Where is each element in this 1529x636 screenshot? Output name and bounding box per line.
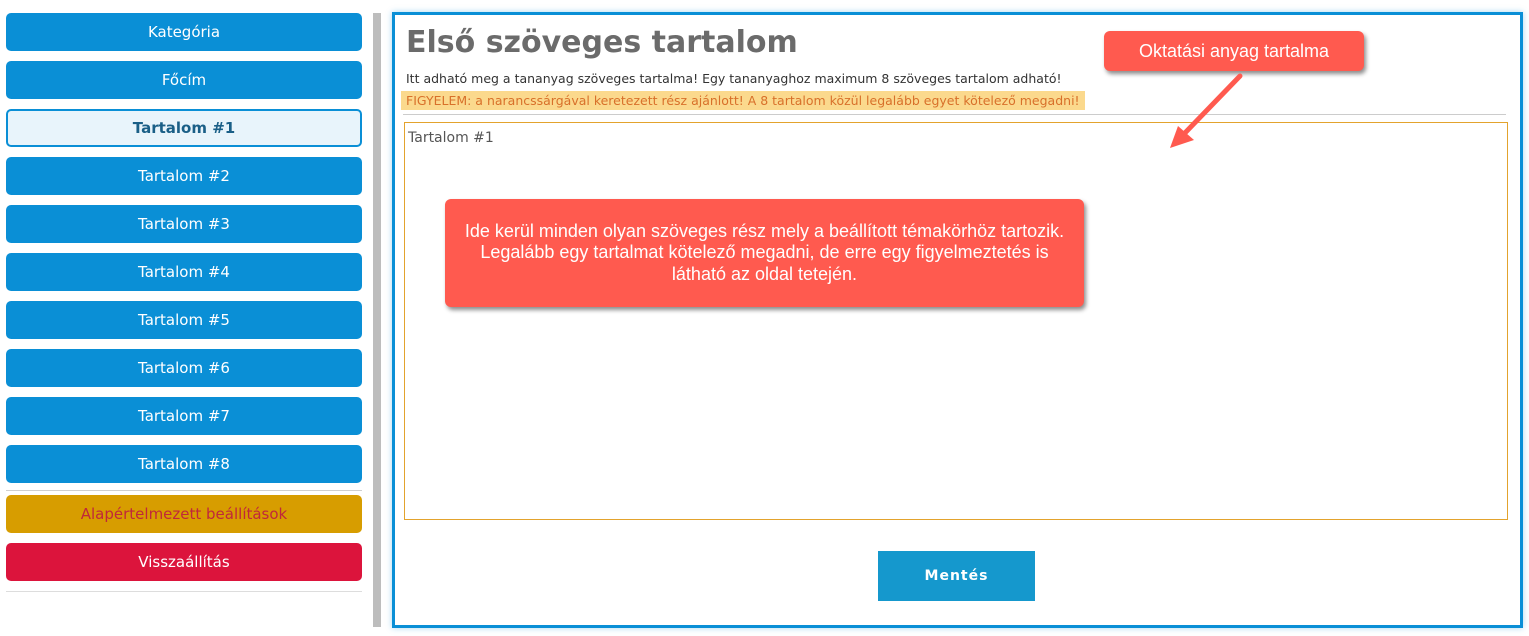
sidebar-item-tartalom-2[interactable]: Tartalom #2 [6, 157, 362, 195]
annotation-callout-top: Oktatási anyag tartalma [1104, 31, 1364, 71]
page-title: Első szöveges tartalom [406, 25, 798, 60]
panel-splitter[interactable] [373, 13, 381, 627]
header-divider [403, 114, 1506, 115]
sidebar-item-tartalom-7[interactable]: Tartalom #7 [6, 397, 362, 435]
content-editor[interactable]: Tartalom #1 [404, 122, 1508, 520]
defaults-button[interactable]: Alapértelmezett beállítások [6, 495, 362, 533]
reset-button[interactable]: Visszaállítás [6, 543, 362, 581]
sidebar-item-tartalom-6[interactable]: Tartalom #6 [6, 349, 362, 387]
sidebar-bottom-divider [6, 591, 362, 592]
sidebar-divider [6, 490, 362, 491]
annotation-callout-middle: Ide kerül minden olyan szöveges rész mel… [445, 199, 1084, 307]
sidebar-item-tartalom-5[interactable]: Tartalom #5 [6, 301, 362, 339]
sidebar-item-tartalom-1[interactable]: Tartalom #1 [6, 109, 362, 147]
warning-banner: FIGYELEM: a narancssárgával keretezett r… [401, 91, 1085, 110]
annotation-arrow-icon [1170, 73, 1243, 148]
content-panel: Első szöveges tartalom Itt adható meg a … [392, 12, 1523, 628]
sidebar-item-focim[interactable]: Főcím [6, 61, 362, 99]
sidebar-item-tartalom-3[interactable]: Tartalom #3 [6, 205, 362, 243]
save-button[interactable]: Mentés [878, 551, 1035, 601]
editor-placeholder: Tartalom #1 [408, 130, 494, 146]
sidebar: Kategória Főcím Tartalom #1 Tartalom #2 … [6, 13, 362, 592]
sidebar-item-tartalom-8[interactable]: Tartalom #8 [6, 445, 362, 483]
sidebar-item-tartalom-4[interactable]: Tartalom #4 [6, 253, 362, 291]
sidebar-item-kategoria[interactable]: Kategória [6, 13, 362, 51]
page-description: Itt adható meg a tananyag szöveges tarta… [406, 71, 1062, 86]
